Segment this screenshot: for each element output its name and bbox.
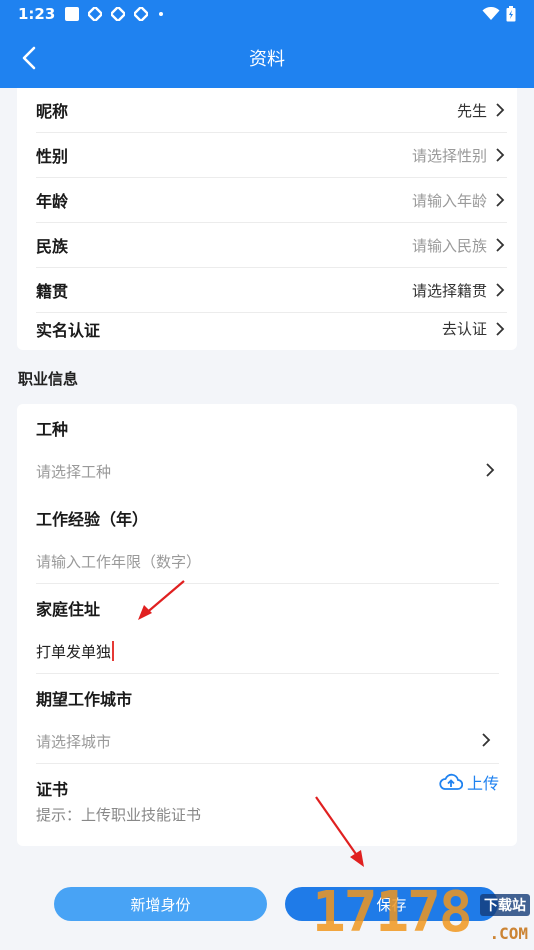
text-cursor: [112, 641, 115, 661]
chevron-right-icon[interactable]: [483, 462, 497, 478]
certificate-label: 证书: [36, 780, 69, 799]
more-notifications-icon: [159, 12, 164, 16]
chevron-right-icon: [496, 238, 505, 252]
city-select[interactable]: 请选择城市: [36, 731, 111, 752]
battery-icon: [506, 6, 516, 22]
address-input-text: 打单发单独: [36, 643, 112, 661]
chevron-right-icon: [496, 321, 505, 336]
experience-label: 工作经验（年）: [36, 510, 149, 529]
status-time: 1:23: [18, 5, 56, 23]
city-label: 期望工作城市: [36, 690, 133, 709]
chevron-right-icon: [496, 103, 505, 117]
row-real-name-auth[interactable]: 实名认证 去认证: [36, 306, 507, 351]
chevron-right-icon[interactable]: [479, 732, 493, 748]
watermark-com: .COM: [489, 924, 528, 943]
row-age[interactable]: 年龄 请输入年龄: [36, 178, 507, 223]
row-gender[interactable]: 性别 请选择性别: [36, 133, 507, 178]
divider: [36, 583, 499, 584]
row-label: 实名认证: [36, 320, 101, 340]
row-label: 性别: [36, 147, 69, 166]
chevron-right-icon: [496, 193, 505, 207]
nav-bar: 资料: [0, 28, 534, 88]
app-notification-icon: [134, 7, 149, 21]
app-notification-icon: [88, 7, 103, 21]
row-nickname[interactable]: 昵称 先生: [36, 88, 507, 133]
notification-icon: [65, 7, 80, 21]
row-value: 先生: [456, 101, 487, 120]
job-type-label: 工种: [36, 420, 69, 439]
divider: [36, 673, 499, 674]
address-input[interactable]: 打单发单独: [36, 641, 115, 662]
basic-info-card: 昵称 先生 性别 请选择性别 年龄 请输入年龄 民族 请输入民族 籍贯 请选择籍…: [17, 88, 517, 350]
career-section-title: 职业信息: [18, 370, 79, 388]
row-label: 民族: [36, 237, 69, 256]
page-title: 资料: [249, 49, 285, 70]
career-info-card: 工种 请选择工种 工作经验（年） 请输入工作年限（数字） 家庭住址 打单发单独 …: [17, 404, 517, 846]
row-value: 请输入民族: [411, 236, 487, 255]
chevron-right-icon: [496, 283, 505, 297]
site-watermark: 17178 下载站 .COM: [300, 880, 534, 950]
cloud-upload-icon: [439, 773, 463, 790]
certificate-hint: 提示：上传职业技能证书: [36, 806, 202, 824]
row-ethnicity[interactable]: 民族 请输入民族: [36, 223, 507, 268]
app-notification-icon: [111, 7, 126, 21]
job-type-select[interactable]: 请选择工种: [36, 461, 111, 482]
status-bar: 1:23: [0, 0, 534, 28]
address-label: 家庭住址: [36, 600, 101, 619]
row-value: 请选择性别: [411, 146, 487, 165]
row-label: 昵称: [36, 102, 69, 121]
experience-input[interactable]: 请输入工作年限（数字）: [36, 551, 201, 572]
upload-label: 上传: [466, 774, 499, 793]
divider: [36, 763, 499, 764]
row-label: 籍贯: [36, 282, 69, 301]
row-value: 去认证: [441, 320, 487, 338]
watermark-top: 下载站: [480, 894, 530, 916]
upload-button[interactable]: 上传: [439, 770, 499, 794]
row-value: 请选择籍贯: [411, 281, 487, 300]
row-label: 年龄: [36, 192, 69, 211]
add-identity-button[interactable]: 新增身份: [54, 887, 267, 921]
row-value: 请输入年龄: [411, 191, 487, 210]
wifi-icon: [482, 7, 500, 20]
chevron-right-icon: [496, 148, 505, 162]
watermark-digits: 17178: [312, 880, 473, 945]
